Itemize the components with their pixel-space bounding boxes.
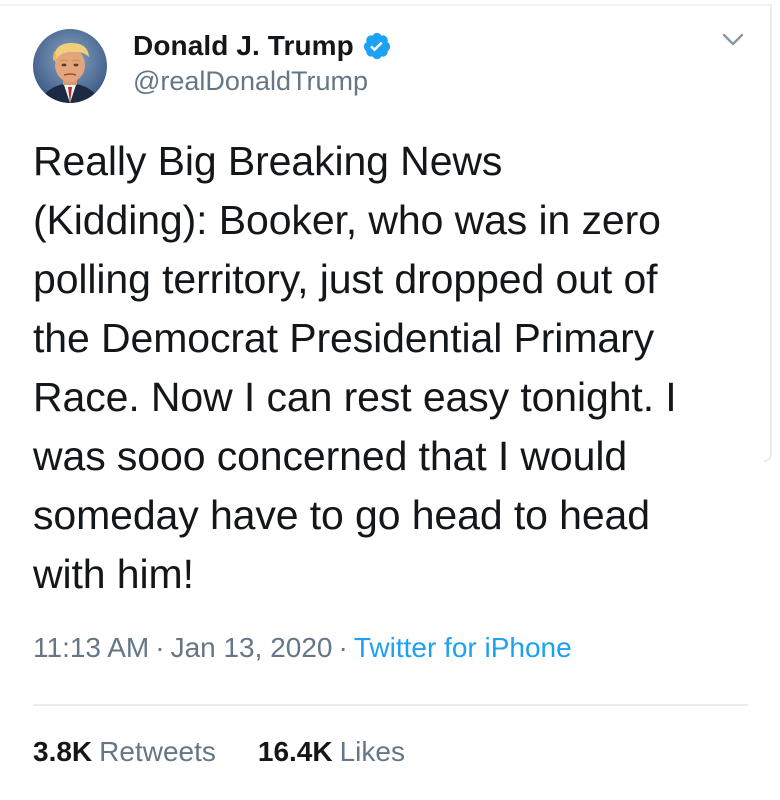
author-display-name[interactable]: Donald J. Trump bbox=[133, 30, 354, 62]
avatar[interactable] bbox=[33, 29, 107, 103]
verified-badge-icon bbox=[362, 31, 392, 61]
tweet-date[interactable]: Jan 13, 2020 bbox=[171, 632, 333, 663]
tweet-time[interactable]: 11:13 AM bbox=[33, 632, 149, 663]
tweet-metadata: 11:13 AM · Jan 13, 2020 · Twitter for iPhone bbox=[33, 632, 572, 664]
retweets-label: Retweets bbox=[99, 736, 216, 767]
tweet-text-line: someday have to go head to head bbox=[33, 492, 650, 538]
author-handle[interactable]: @realDonaldTrump bbox=[133, 66, 368, 97]
tweet-card: Donald J. Trump @realDonaldTrump Really … bbox=[0, 0, 780, 800]
tweet-source-link[interactable]: Twitter for iPhone bbox=[354, 632, 572, 663]
retweets-count: 3.8K bbox=[33, 736, 93, 767]
retweets-stat[interactable]: 3.8K Retweets bbox=[33, 736, 216, 768]
tweet-text-line: with him! bbox=[33, 551, 194, 597]
card-top-border bbox=[0, 4, 772, 6]
chevron-down-icon[interactable] bbox=[718, 30, 748, 50]
likes-count: 16.4K bbox=[257, 736, 333, 767]
tweet-text-line: (Kidding): Booker, who was in zero bbox=[33, 197, 661, 243]
profile-photo-icon bbox=[33, 29, 107, 103]
tweet-text-line: Really Big Breaking News bbox=[33, 138, 503, 184]
tweet-text-line: polling territory, just dropped out of bbox=[33, 256, 658, 302]
tweet-text-line: the Democrat Presidential Primary bbox=[33, 315, 655, 361]
tweet-text-line: Race. Now I can rest easy tonight. I bbox=[33, 374, 677, 420]
likes-stat[interactable]: 16.4K Likes bbox=[258, 736, 405, 768]
stats-divider bbox=[33, 704, 748, 706]
card-right-border bbox=[764, 4, 772, 462]
author-name-row[interactable]: Donald J. Trump bbox=[133, 26, 392, 66]
meta-separator: · bbox=[338, 632, 348, 663]
tweet-stats: 3.8K Retweets 16.4K Likes bbox=[33, 736, 405, 768]
likes-label: Likes bbox=[339, 736, 405, 767]
tweet-text-line: was sooo concerned that I would bbox=[33, 433, 628, 479]
meta-separator: · bbox=[155, 632, 165, 663]
tweet-text: Really Big Breaking News (Kidding): Book… bbox=[33, 132, 753, 604]
